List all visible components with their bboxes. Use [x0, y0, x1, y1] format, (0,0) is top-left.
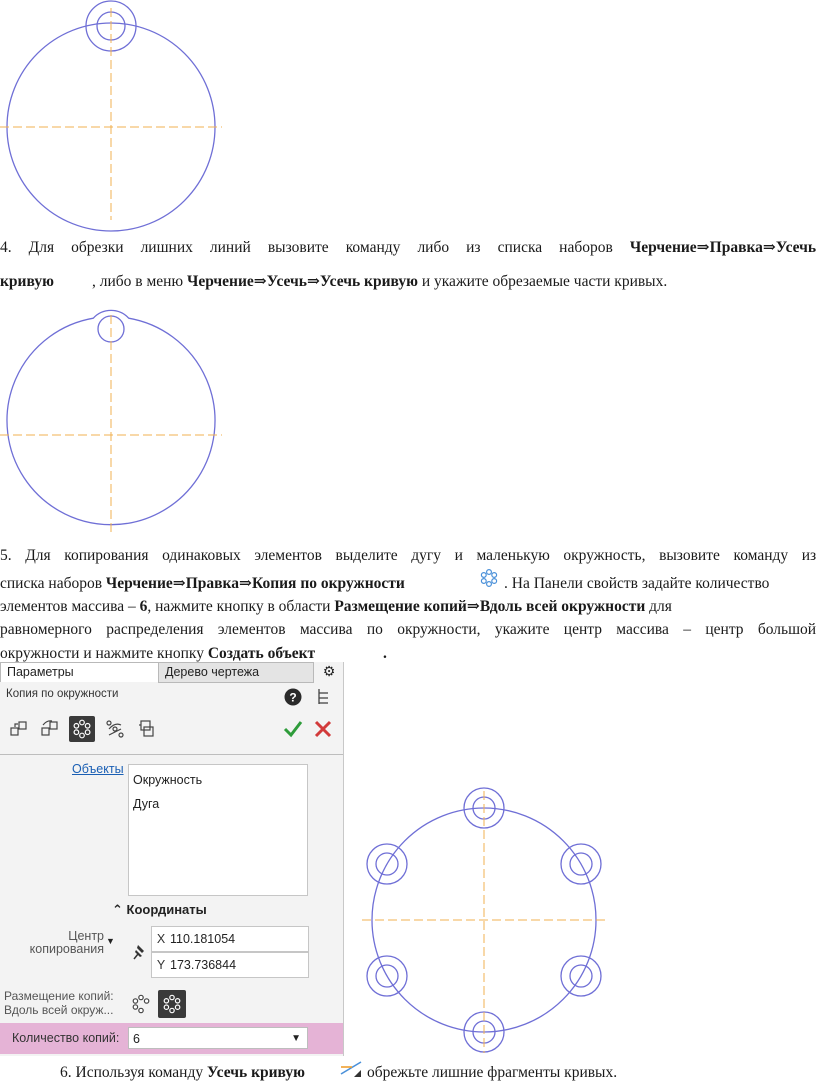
- circular-copy-button[interactable]: [69, 716, 95, 742]
- step6-line-a: 6. Используя команду Усечь кривую: [60, 1064, 305, 1081]
- copy-mode-1-button[interactable]: [6, 716, 32, 742]
- step4-line2-rest: , либо в меню Черчение⇒Усечь⇒Усечь криву…: [92, 273, 668, 290]
- svg-text:?: ?: [289, 691, 296, 705]
- objects-list[interactable]: Окружность Дуга: [128, 764, 308, 896]
- cancel-icon[interactable]: [313, 719, 333, 739]
- properties-panel: Параметры Дерево чертежа ⚙ Копия по окру…: [0, 662, 344, 1056]
- chevron-up-icon: ⌃: [112, 902, 123, 917]
- accept-icon[interactable]: [283, 719, 303, 739]
- step5-line5: окружности и нажмите кнопку Создать объе…: [0, 645, 316, 662]
- step5-line2b: . На Панели свойств задайте количество: [504, 575, 770, 592]
- copy-mode-2-icon: [41, 720, 58, 736]
- list-item[interactable]: Окружность: [133, 773, 202, 787]
- drawing-figure-1: [0, 0, 222, 232]
- gear-icon[interactable]: ⚙: [318, 663, 340, 681]
- step6-line-b: обрежьте лишние фрагменты кривых.: [367, 1064, 618, 1081]
- full-circle-icon: [163, 994, 181, 1014]
- copy-mode-2-button[interactable]: [37, 716, 63, 742]
- tab-drawing-tree[interactable]: Дерево чертежа: [158, 662, 314, 683]
- tab-parameters[interactable]: Параметры: [0, 662, 160, 682]
- panel-divider: [0, 754, 343, 755]
- step4-line2: кривую: [0, 273, 54, 290]
- step5-line4: равномерного распределения элементов мас…: [0, 621, 816, 638]
- objects-link[interactable]: Объекты: [72, 762, 124, 776]
- chevron-down-icon[interactable]: ▼: [106, 936, 115, 946]
- curve-copy-button[interactable]: [102, 716, 128, 742]
- y-coordinate-field[interactable]: Y 173.736844: [151, 952, 309, 978]
- copies-count-row: Количество копий: 6 ▼: [0, 1023, 343, 1054]
- x-coordinate-field[interactable]: X 110.181054: [151, 926, 309, 952]
- step5-line2a: списка наборов Черчение⇒Правка⇒Копия по …: [0, 575, 405, 592]
- pin-icon[interactable]: [133, 944, 147, 960]
- help-icon[interactable]: ?: [284, 688, 302, 706]
- full-circle-placement-button[interactable]: [158, 990, 186, 1018]
- step5-line3: элементов массива – 6, нажмите кнопку в …: [0, 598, 672, 615]
- placement-label: Размещение копий: Вдоль всей окруж...: [4, 989, 114, 1017]
- placement-arc-icon[interactable]: [131, 994, 151, 1014]
- copies-count-label: Количество копий:: [12, 1031, 120, 1045]
- center-label: Центр копирования: [29, 929, 104, 956]
- coordinates-header[interactable]: ⌃ Координаты: [112, 902, 207, 918]
- dropdown-arrow-icon: ▼: [291, 1033, 301, 1044]
- matrix-copy-icon: [139, 720, 154, 737]
- panel-title: Копия по окружности: [6, 688, 119, 700]
- step5-line5-dot: .: [383, 645, 387, 662]
- tree-icon[interactable]: [316, 688, 332, 706]
- copies-count-select[interactable]: 6 ▼: [128, 1027, 308, 1049]
- copy-mode-1-icon: [10, 721, 27, 736]
- drawing-figure-2: [0, 309, 222, 535]
- circular-copy-icon: [480, 568, 498, 588]
- step4-line1: 4. Для обрезки лишних линий вызовите ком…: [0, 239, 816, 256]
- trim-curve-icon: [340, 1061, 362, 1077]
- step5-line1: 5. Для копирования одинаковых элементов …: [0, 547, 816, 564]
- circular-array-icon: [73, 719, 91, 739]
- list-item[interactable]: Дуга: [133, 797, 159, 811]
- curve-copy-icon: [106, 720, 124, 738]
- matrix-copy-button[interactable]: [134, 716, 160, 742]
- drawing-figure-3: [362, 787, 608, 1053]
